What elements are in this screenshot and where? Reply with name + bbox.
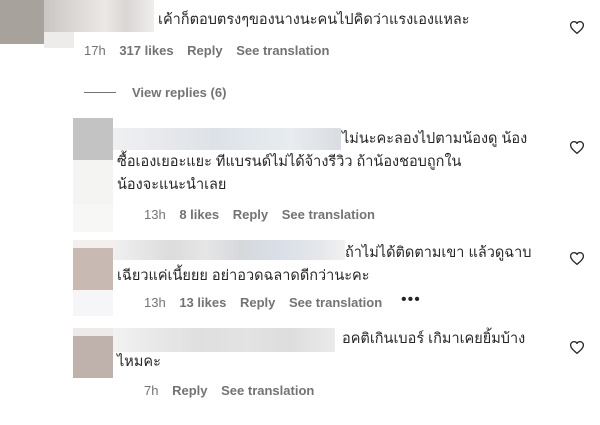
comment-line: ถ้าไม่ได้ติดตามเขา แล้วดูฉาบ <box>345 245 532 261</box>
comment-line: อคติเกินเบอร์ เกิมาเคยยิ้มบ้าง <box>342 331 526 347</box>
avatar-blur-top <box>73 328 113 336</box>
comment-meta: 13h 8 likes Reply See translation <box>144 207 385 222</box>
comment-text: ไม่นะคะลองไปตามน้องดู น้อง ซื้อเองเยอะแย… <box>117 128 567 197</box>
likes-count[interactable]: 317 likes <box>119 43 173 58</box>
comment-time: 13h <box>144 207 166 222</box>
likes-count[interactable]: 13 likes <box>179 295 226 310</box>
comment-time: 7h <box>144 383 159 398</box>
comment-line: เฉียวแค่เนี้ยยย อย่าอวดฉลาดดีกว่านะคะ <box>117 268 370 284</box>
heart-icon[interactable] <box>570 141 584 154</box>
heart-icon[interactable] <box>570 21 584 34</box>
heart-icon[interactable] <box>570 252 584 265</box>
comment-line: ไม่นะคะลองไปตามน้องดู น้อง <box>342 131 528 147</box>
see-translation-button[interactable]: See translation <box>221 383 314 398</box>
avatar[interactable] <box>73 118 113 160</box>
comment-time: 13h <box>144 295 166 310</box>
comment-line: ซื้อเองเยอะแยะ ทีแบรนด์ไม่ได้จ้างรีวิว ถ… <box>117 154 462 170</box>
avatar-blur-top <box>73 240 113 248</box>
reply-button[interactable]: Reply <box>233 207 268 222</box>
avatar[interactable] <box>0 0 44 44</box>
username-blurred[interactable] <box>44 0 154 32</box>
comment-text: ถ้าไม่ได้ติดตามเขา แล้วดูฉาบ เฉียวแค่เนี… <box>117 242 567 288</box>
comment-text: อคติเกินเบอร์ เกิมาเคยยิ้มบ้าง ไหมคะ <box>117 328 567 374</box>
heart-icon[interactable] <box>570 341 584 354</box>
reply-button[interactable]: Reply <box>172 383 207 398</box>
see-translation-button[interactable]: See translation <box>236 43 329 58</box>
more-options-icon[interactable]: ••• <box>401 291 421 309</box>
avatar-blur-bottom <box>73 160 113 204</box>
avatar[interactable] <box>73 248 113 290</box>
comment-meta: 17h 317 likes Reply See translation <box>84 43 339 58</box>
comment-time: 17h <box>84 43 106 58</box>
see-translation-button[interactable]: See translation <box>289 295 382 310</box>
comment-meta: 13h 13 likes Reply See translation <box>144 295 392 310</box>
see-translation-button[interactable]: See translation <box>282 207 375 222</box>
comment-line: น้องจะแนะนำเลย <box>117 177 227 193</box>
comment-meta: 7h Reply See translation <box>144 383 324 398</box>
avatar-blur-bottom <box>44 32 74 48</box>
avatar-blur-bottom <box>73 204 113 232</box>
comment-text: เค้าก็ตอบตรงๆของนางนะคนไปคิดว่าแรงเองแหล… <box>158 12 470 28</box>
likes-count[interactable]: 8 likes <box>179 207 219 222</box>
reply-button[interactable]: Reply <box>240 295 275 310</box>
view-replies-label: View replies (6) <box>132 84 227 100</box>
view-replies-line <box>84 91 116 93</box>
reply-button[interactable]: Reply <box>187 43 222 58</box>
view-replies-button[interactable]: View replies (6) <box>84 82 226 102</box>
avatar-blur-bottom <box>73 290 113 316</box>
comment-line: ไหมคะ <box>117 354 161 370</box>
avatar[interactable] <box>73 336 113 378</box>
